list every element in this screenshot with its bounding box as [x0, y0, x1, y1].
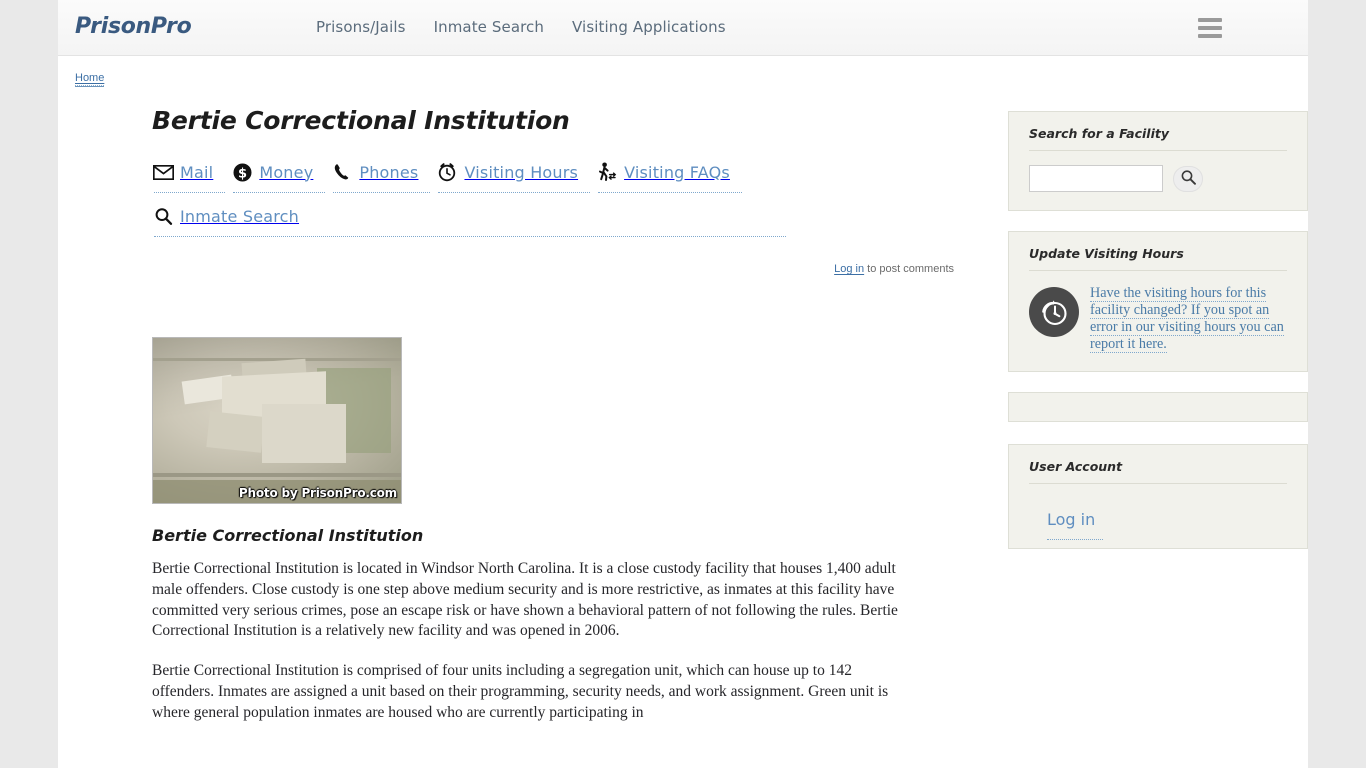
quick-link-label: Mail — [180, 162, 214, 182]
update-hours-link[interactable]: Have the visiting hours for this facilit… — [1090, 285, 1284, 353]
quick-link-label: Visiting Hours — [464, 162, 579, 182]
sidebar-block-search-facility: Search for a Facility — [1008, 111, 1308, 211]
quick-link-phones[interactable]: Phones — [331, 161, 431, 193]
alarm-clock-icon — [436, 161, 458, 183]
sidebar-block-user-account: User Account Log in — [1008, 444, 1308, 549]
money-icon: $ — [231, 161, 253, 183]
sidebar-block-title: Update Visiting Hours — [1029, 246, 1287, 271]
facility-aerial-photo: Photo by PrisonPro.com — [152, 337, 402, 504]
photo-shape — [262, 404, 347, 464]
page-root: PrisonPro Prisons/Jails Inmate Search Vi… — [0, 0, 1366, 768]
quick-link-label: Visiting FAQs — [624, 162, 730, 182]
sidebar-block-title: User Account — [1029, 459, 1287, 484]
hamburger-bar — [1198, 18, 1222, 22]
quick-link-mail[interactable]: Mail — [152, 161, 226, 193]
site-header: PrisonPro Prisons/Jails Inmate Search Vi… — [58, 0, 1308, 56]
nav-item-inmate-search[interactable]: Inmate Search — [434, 18, 544, 36]
body-paragraph: Bertie Correctional Institution is compr… — [152, 662, 889, 721]
phone-icon — [331, 161, 353, 183]
section-title: Bertie Correctional Institution — [152, 526, 424, 545]
search-icon — [1180, 169, 1197, 189]
quick-link-label: Money — [259, 162, 314, 182]
quick-link-label: Phones — [359, 162, 419, 182]
content-shell: PrisonPro Prisons/Jails Inmate Search Vi… — [58, 0, 1308, 768]
comment-login-rest: to post comments — [864, 263, 954, 275]
mail-icon — [152, 161, 174, 183]
quick-links-row-2: Inmate Search — [152, 205, 792, 249]
photo-shape — [153, 473, 401, 478]
quick-link-inmate-search[interactable]: Inmate Search — [152, 205, 786, 237]
quick-link-visiting-faqs[interactable]: Visiting FAQs — [596, 161, 742, 193]
facility-quick-links: Mail $ Money Phones Visiting Hours Visit… — [152, 161, 792, 249]
main-navigation: Prisons/Jails Inmate Search Visiting App… — [316, 18, 726, 36]
facility-search-row — [1029, 165, 1287, 192]
update-hours-row: Have the visiting hours for this facilit… — [1029, 285, 1287, 353]
photo-credit-watermark: Photo by PrisonPro.com — [238, 486, 397, 500]
facility-search-button[interactable] — [1173, 165, 1203, 192]
sidebar-block-update-visiting-hours: Update Visiting Hours Have the visiting … — [1008, 231, 1308, 372]
hamburger-bar — [1198, 26, 1222, 30]
quick-link-money[interactable]: $ Money — [231, 161, 326, 193]
breadcrumb-home-link[interactable]: Home — [75, 72, 105, 86]
facility-search-input[interactable] — [1029, 165, 1163, 192]
hamburger-bar — [1198, 34, 1222, 38]
sidebar-block-title: Search for a Facility — [1029, 126, 1287, 151]
comment-login-link[interactable]: Log in — [834, 263, 864, 275]
page-columns: Bertie Correctional Institution Mail $ M… — [58, 92, 1308, 743]
hamburger-menu-icon[interactable] — [1198, 18, 1222, 38]
clock-badge-icon — [1029, 287, 1079, 337]
sidebar-login-link[interactable]: Log in — [1047, 510, 1104, 540]
quick-link-visiting-hours[interactable]: Visiting Hours — [436, 161, 590, 193]
walking-person-icon — [596, 161, 618, 183]
breadcrumb: Home — [58, 56, 1308, 92]
sidebar-block-empty — [1008, 392, 1308, 422]
update-hours-text: Have the visiting hours for this facilit… — [1090, 285, 1287, 353]
main-column: Bertie Correctional Institution Mail $ M… — [58, 106, 1008, 743]
sidebar: Search for a Facility Update Visiting Ho… — [1008, 106, 1308, 743]
body-paragraph: Bertie Correctional Institution is locat… — [152, 560, 898, 640]
site-logo[interactable]: PrisonPro — [75, 14, 192, 39]
svg-text:$: $ — [238, 166, 247, 181]
search-icon — [152, 205, 174, 227]
nav-item-visiting-applications[interactable]: Visiting Applications — [572, 18, 726, 36]
comment-login-notice: Log in to post comments — [152, 263, 1008, 275]
page-title: Bertie Correctional Institution — [152, 106, 570, 135]
quick-link-label: Inmate Search — [180, 206, 300, 226]
photo-shape — [205, 411, 264, 453]
nav-item-prisons-jails[interactable]: Prisons/Jails — [316, 18, 406, 36]
